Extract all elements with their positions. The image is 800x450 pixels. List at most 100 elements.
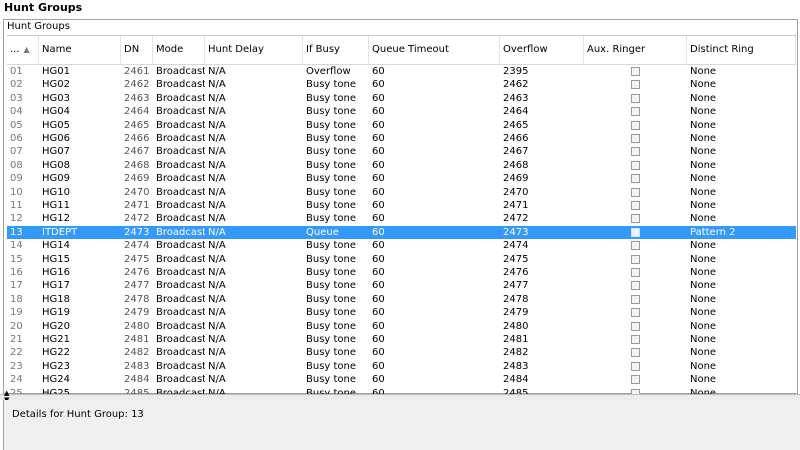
cell-dn: 2463	[124, 92, 150, 104]
aux-ringer-checkbox[interactable]	[631, 335, 640, 344]
table-row[interactable]: 17 HG17 2477 Broadcast N/A Busy tone 60 2477 Non…	[7, 279, 796, 292]
table-row[interactable]: 09 HG09 2469 Broadcast N/A Busy tone 60 2469 Non…	[7, 172, 796, 185]
aux-ringer-checkbox[interactable]	[631, 361, 640, 371]
cell-overflow: 2478	[503, 293, 529, 305]
aux-ringer-checkbox[interactable]	[631, 160, 640, 170]
table-row[interactable]: 23 HG23 2483 Broadcast N/A Busy tone 60 2483 Non…	[7, 360, 796, 373]
table-row[interactable]: 08 HG08 2468 Broadcast N/A Busy tone 60 2468 Non…	[7, 159, 796, 172]
cell-name: HG15	[42, 253, 70, 265]
aux-ringer-checkbox[interactable]	[631, 147, 640, 157]
cell-aux-ringer	[584, 132, 687, 145]
table-row[interactable]: 20 HG20 2480 Broadcast N/A Busy tone 60 2480 Non…	[7, 320, 796, 333]
column-header-num[interactable]: ... ▲	[7, 36, 39, 64]
cell-mode: Broadcast	[156, 320, 205, 332]
column-header-ring[interactable]: Distinct Ring	[687, 36, 796, 64]
cell-busy: Busy tone	[306, 267, 357, 278]
cell-delay: N/A	[208, 374, 226, 386]
table-row[interactable]: 03 HG03 2463 Broadcast N/A Busy tone 60 2463 Non…	[7, 92, 796, 105]
column-header-dn[interactable]: DN	[121, 36, 153, 64]
cell-qtimeout: 60	[372, 267, 385, 278]
table-row[interactable]: 12 HG12 2472 Broadcast N/A Busy tone 60 2472 Non…	[7, 212, 796, 225]
column-header-label: Queue Timeout	[372, 44, 449, 55]
cell-delay: N/A	[208, 186, 226, 198]
cell-aux-ringer	[584, 172, 687, 185]
cell-name: HG19	[42, 307, 70, 319]
aux-ringer-checkbox[interactable]	[631, 321, 640, 331]
table-row[interactable]: 16 HG16 2476 Broadcast N/A Busy tone 60 2476 Non…	[7, 266, 796, 279]
cell-overflow: 2464	[503, 106, 529, 118]
table-row[interactable]: 05 HG05 2465 Broadcast N/A Busy tone 60 2465 Non…	[7, 119, 796, 132]
column-header-label: Mode	[156, 44, 184, 55]
cell-qtimeout: 60	[372, 92, 385, 104]
cell-name: HG07	[42, 146, 70, 158]
cell-num: 12	[10, 213, 23, 225]
aux-ringer-checkbox[interactable]	[631, 214, 640, 224]
cell-mode: Broadcast	[156, 92, 205, 104]
cell-name: HG24	[42, 374, 70, 386]
table-row[interactable]: 10 HG10 2470 Broadcast N/A Busy tone 60 2470 Non…	[7, 186, 796, 199]
cell-aux-ringer	[584, 105, 687, 118]
aux-ringer-checkbox[interactable]	[631, 67, 640, 76]
aux-ringer-checkbox[interactable]	[631, 107, 640, 117]
column-header-label: Hunt Delay	[208, 44, 264, 55]
cell-overflow: 2483	[503, 360, 529, 372]
table-row[interactable]: 06 HG06 2466 Broadcast N/A Busy tone 60 2466 Non…	[7, 132, 796, 145]
table-row[interactable]: 25 HG25 2485 Broadcast N/A Busy tone 60 2485 Non…	[7, 387, 796, 394]
table-row[interactable]: 19 HG19 2479 Broadcast N/A Busy tone 60 2479 Non…	[7, 306, 796, 319]
aux-ringer-checkbox[interactable]	[631, 375, 640, 385]
table-row[interactable]: 07 HG07 2467 Broadcast N/A Busy tone 60 2467 Non…	[7, 145, 796, 158]
table-row[interactable]: 14 HG14 2474 Broadcast N/A Busy tone 60 2474 Non…	[7, 239, 796, 252]
cell-aux-ringer	[584, 159, 687, 172]
aux-ringer-checkbox[interactable]	[631, 187, 640, 197]
cell-qtimeout: 60	[372, 347, 385, 359]
cell-mode: Broadcast	[156, 360, 205, 372]
aux-ringer-checkbox[interactable]	[631, 254, 640, 264]
aux-ringer-checkbox[interactable]	[631, 134, 640, 143]
aux-ringer-checkbox[interactable]	[631, 201, 640, 210]
aux-ringer-checkbox[interactable]	[631, 308, 640, 318]
table-row[interactable]: 15 HG15 2475 Broadcast N/A Busy tone 60 2475 Non…	[7, 253, 796, 266]
aux-ringer-checkbox[interactable]	[631, 281, 640, 291]
aux-ringer-checkbox[interactable]	[631, 227, 640, 237]
column-header-delay[interactable]: Hunt Delay	[205, 36, 303, 64]
table-row[interactable]: 01 HG01 2461 Broadcast N/A Overflow 60 2395 None	[7, 65, 796, 78]
column-header-qtimeout[interactable]: Queue Timeout	[369, 36, 500, 64]
table-row[interactable]: 13 ITDEPT 2473 Broadcast N/A Queue 60 2473 Patte…	[7, 225, 796, 240]
table-row[interactable]: 22 HG22 2482 Broadcast N/A Busy tone 60 2482 Non…	[7, 346, 796, 359]
table-row[interactable]: 02 HG02 2462 Broadcast N/A Busy tone 60 2462 Non…	[7, 78, 796, 91]
cell-overflow: 2466	[503, 133, 529, 144]
aux-ringer-checkbox[interactable]	[631, 241, 640, 251]
column-header-busy[interactable]: If Busy	[303, 36, 369, 64]
aux-ringer-checkbox[interactable]	[631, 93, 640, 103]
cell-overflow: 2462	[503, 79, 529, 91]
cell-num: 19	[10, 307, 23, 319]
cell-qtimeout: 60	[372, 226, 385, 238]
grid-header: ... ▲ Name DN Mode Hunt Delay If Busy Queue Tim…	[7, 36, 796, 65]
table-row[interactable]: 11 HG11 2471 Broadcast N/A Busy tone 60 2471 Non…	[7, 199, 796, 212]
cell-ring: None	[690, 200, 717, 211]
column-header-name[interactable]: Name	[39, 36, 121, 64]
column-header-overflow[interactable]: Overflow	[500, 36, 584, 64]
table-row[interactable]: 04 HG04 2464 Broadcast N/A Busy tone 60 2464 Non…	[7, 105, 796, 118]
aux-ringer-checkbox[interactable]	[631, 174, 640, 184]
cell-dn: 2465	[124, 119, 150, 131]
cell-delay: N/A	[208, 226, 226, 238]
table-row[interactable]: 18 HG18 2478 Broadcast N/A Busy tone 60 2478 Non…	[7, 293, 796, 306]
hunt-groups-grid[interactable]: ... ▲ Name DN Mode Hunt Delay If Busy Queue Tim…	[7, 35, 796, 394]
aux-ringer-checkbox[interactable]	[631, 120, 640, 130]
cell-qtimeout: 60	[372, 307, 385, 319]
aux-ringer-checkbox[interactable]	[631, 80, 640, 90]
table-row[interactable]: 21 HG21 2481 Broadcast N/A Busy tone 60 2481 Non…	[7, 333, 796, 346]
cell-name: HG21	[42, 334, 70, 345]
cell-overflow: 2465	[503, 119, 529, 131]
aux-ringer-checkbox[interactable]	[631, 348, 640, 358]
cell-mode: Broadcast	[156, 293, 205, 305]
aux-ringer-checkbox[interactable]	[631, 268, 640, 277]
table-row[interactable]: 24 HG24 2484 Broadcast N/A Busy tone 60 2484 Non…	[7, 373, 796, 386]
cell-qtimeout: 60	[372, 133, 385, 144]
column-header-mode[interactable]: Mode	[153, 36, 205, 64]
aux-ringer-checkbox[interactable]	[631, 294, 640, 304]
cell-ring: None	[690, 133, 717, 144]
cell-qtimeout: 60	[372, 334, 385, 345]
column-header-aux[interactable]: Aux. Ringer	[584, 36, 687, 64]
